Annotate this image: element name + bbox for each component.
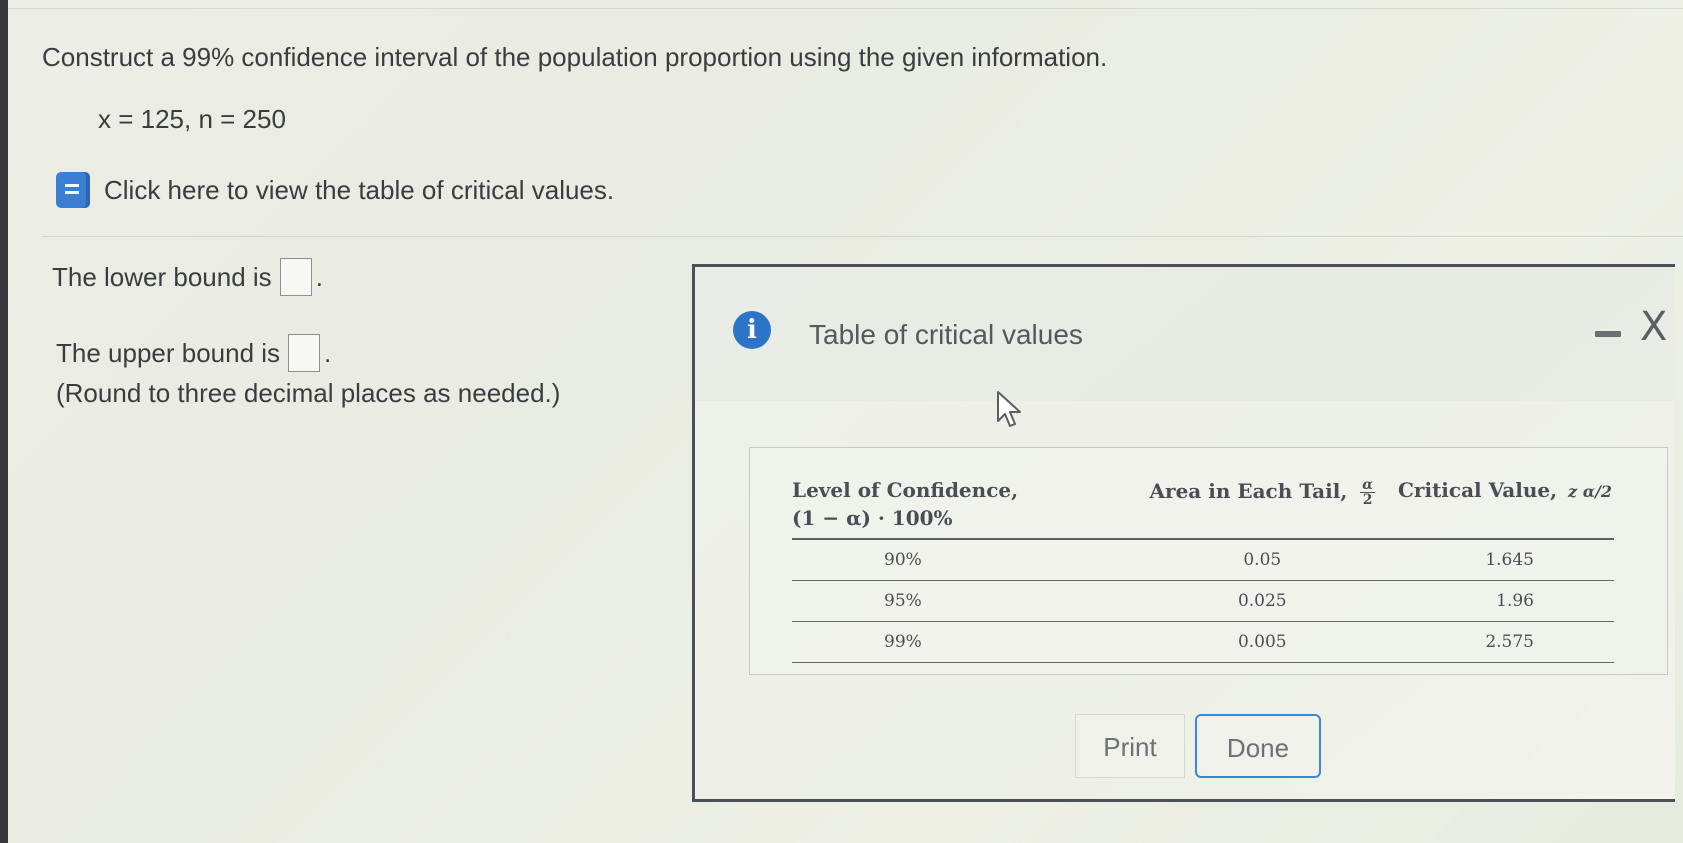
info-icon: i — [733, 311, 771, 349]
critical-cell: 1.645 — [1398, 539, 1614, 581]
header-critical: Critical Value, z α/2 — [1398, 476, 1614, 540]
critical-values-table-panel: Level of Confidence, (1 − α) · 100% Area… — [749, 447, 1668, 675]
area-cell: 0.025 — [1126, 580, 1399, 622]
critical-value-symbol: z α/2 — [1568, 482, 1612, 501]
critical-values-link[interactable]: Click here to view the table of critical… — [56, 172, 614, 208]
confidence-cell: 99% — [792, 621, 1127, 663]
section-divider — [42, 236, 1683, 237]
given-values: x = 125, n = 250 — [98, 104, 286, 134]
upper-bound-label: The upper bound is — [56, 337, 281, 368]
table-row: 90% 0.05 1.645 — [792, 539, 1614, 581]
area-cell: 0.05 — [1126, 539, 1399, 581]
critical-cell: 2.575 — [1398, 621, 1614, 663]
lower-bound-period: . — [315, 261, 323, 292]
monitor-bezel — [0, 0, 8, 843]
header-critical-label: Critical Value, — [1398, 478, 1558, 502]
fraction-numerator: α — [1360, 477, 1376, 493]
dialog-title: Table of critical values — [809, 319, 1083, 350]
top-divider — [8, 8, 1683, 9]
question-text: Construct a 99% confidence interval of t… — [42, 42, 1108, 72]
critical-values-link-text[interactable]: Click here to view the table of critical… — [104, 175, 614, 206]
upper-bound-input[interactable] — [288, 334, 321, 372]
table-header-row: Level of Confidence, (1 − α) · 100% Area… — [792, 476, 1614, 540]
critical-cell: 1.96 — [1398, 580, 1614, 622]
confidence-cell: 95% — [792, 580, 1127, 622]
lower-bound-input[interactable] — [279, 258, 312, 296]
table-row: 95% 0.025 1.96 — [792, 580, 1614, 622]
book-icon — [56, 172, 90, 208]
close-button[interactable]: X — [1640, 307, 1667, 347]
mouse-cursor-icon — [997, 391, 1021, 427]
header-area-label: Area in Each Tail, — [1149, 479, 1348, 503]
upper-bound-period: . — [324, 337, 332, 368]
header-area: Area in Each Tail, α 2 — [1126, 476, 1399, 540]
print-button[interactable]: Print — [1075, 714, 1185, 778]
upper-bound-row: The upper bound is . — [56, 334, 331, 372]
lower-bound-row: The lower bound is . — [52, 258, 323, 296]
alpha-over-2-fraction: α 2 — [1360, 477, 1376, 508]
area-cell: 0.005 — [1126, 621, 1399, 663]
rounding-instruction: (Round to three decimal places as needed… — [56, 378, 561, 408]
critical-values-table: Level of Confidence, (1 − α) · 100% Area… — [792, 476, 1614, 663]
header-confidence-line1: Level of Confidence, — [792, 478, 1019, 502]
dialog-header: i Table of critical values X — [695, 267, 1675, 401]
lower-bound-label: The lower bound is — [52, 261, 272, 292]
header-confidence-line2: (1 − α) · 100% — [792, 506, 953, 530]
header-confidence: Level of Confidence, (1 − α) · 100% — [792, 476, 1127, 540]
done-button[interactable]: Done — [1195, 714, 1321, 778]
confidence-cell: 90% — [792, 539, 1127, 581]
table-row: 99% 0.005 2.575 — [792, 621, 1614, 663]
fraction-denominator: 2 — [1362, 492, 1373, 508]
minimize-button[interactable] — [1595, 323, 1625, 343]
critical-values-dialog: i Table of critical values X Level of Co… — [692, 264, 1675, 802]
